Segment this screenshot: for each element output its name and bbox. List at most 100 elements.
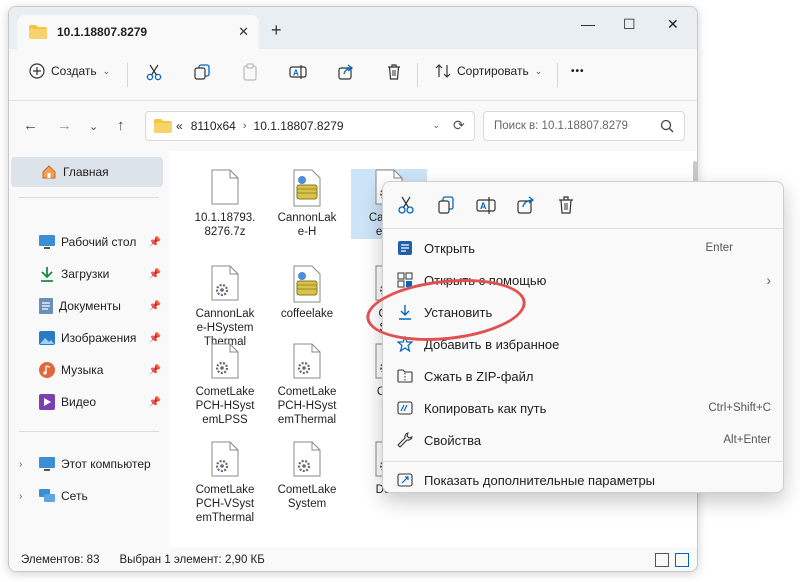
copy-icon[interactable] xyxy=(193,63,211,81)
sidebar-item-label: Документы xyxy=(59,299,121,313)
back-arrow-icon[interactable]: ← xyxy=(23,117,38,134)
cut-icon[interactable] xyxy=(395,194,417,216)
sidebar-item-downloads[interactable]: Загрузки 📌 xyxy=(11,259,163,289)
menu-divider xyxy=(383,228,783,229)
paste-icon[interactable] xyxy=(241,63,259,81)
sort-button[interactable]: Сортировать ⌄ xyxy=(435,63,542,79)
desktop-icon xyxy=(39,235,55,249)
search-placeholder: Поиск в: 10.1.18807.8279 xyxy=(494,120,628,132)
sidebar-item-label: Видео xyxy=(61,395,97,409)
sidebar-item-desktop[interactable]: Рабочий стол 📌 xyxy=(11,227,163,257)
sidebar-item-this-pc[interactable]: Этот компьютер xyxy=(11,449,163,479)
create-button[interactable]: Создать ⌄ xyxy=(29,63,110,79)
menu-item-more-options[interactable]: Показать дополнительные параметры xyxy=(383,464,783,496)
share-icon[interactable] xyxy=(515,194,537,216)
pin-icon: 📌 xyxy=(148,364,161,376)
close-window-button[interactable]: ✕ xyxy=(667,16,679,33)
delete-icon[interactable] xyxy=(555,194,577,216)
sidebar-item-video[interactable]: Видео 📌 xyxy=(11,387,163,417)
menu-item-label: Свойства xyxy=(424,432,482,448)
share-icon[interactable] xyxy=(337,63,355,81)
file-item[interactable]: CometLake PCH-HSyst emLPSS xyxy=(187,343,263,427)
menu-item-copy-path[interactable]: Копировать как путь Ctrl+Shift+C xyxy=(383,392,783,424)
menu-item-shortcut: Alt+Enter xyxy=(723,434,771,446)
svg-text:A: A xyxy=(293,69,299,78)
more-options-icon xyxy=(397,473,413,487)
pin-icon: 📌 xyxy=(148,236,161,248)
up-arrow-icon[interactable]: ↑ xyxy=(117,117,125,134)
sidebar-item-pictures[interactable]: Изображения 📌 xyxy=(11,323,163,353)
tiles-view-icon[interactable] xyxy=(675,553,689,567)
file-item[interactable]: CannonLak e-H xyxy=(269,169,345,239)
sidebar-home-label: Главная xyxy=(63,165,109,179)
menu-item-label: Сжать в ZIP-файл xyxy=(424,368,534,384)
file-name: CometLake PCH-HSyst emLPSS xyxy=(195,386,255,426)
file-item[interactable]: coffeelake xyxy=(269,265,345,321)
address-dropdown-icon[interactable]: ⌄ xyxy=(432,120,440,131)
copy-path-icon xyxy=(397,401,413,415)
breadcrumb-overflow[interactable]: « xyxy=(176,119,183,133)
sidebar-item-home[interactable]: Главная xyxy=(11,157,163,187)
menu-item-compress-zip[interactable]: Сжать в ZIP-файл xyxy=(383,360,783,392)
create-label: Создать xyxy=(51,64,97,78)
menu-item-properties[interactable]: Свойства Alt+Enter xyxy=(383,424,783,456)
file-name: CannonLak e-H xyxy=(277,212,337,238)
menu-item-shortcut: Ctrl+Shift+C xyxy=(708,402,771,414)
command-bar: Создать ⌄ A Сортировать ⌄ ••• xyxy=(9,49,697,101)
file-name: CometLake PCH-VSyst emThermal xyxy=(195,484,255,524)
tab-close-icon[interactable]: ✕ xyxy=(238,24,249,40)
address-bar[interactable]: « 8110x64 › 10.1.18807.8279 ⌄ xyxy=(145,111,475,141)
search-icon xyxy=(660,119,674,133)
file-item[interactable]: CometLake PCH-HSyst emThermal xyxy=(269,343,345,427)
breadcrumb-8110x64[interactable]: 8110x64 xyxy=(191,119,236,133)
file-item[interactable]: 10.1.18793. 8276.7z xyxy=(187,169,263,239)
refresh-icon[interactable]: ⟳ xyxy=(453,117,465,134)
video-icon xyxy=(39,394,55,410)
menu-item-shortcut: Enter xyxy=(705,242,734,254)
breadcrumb-separator-icon: › xyxy=(242,120,247,132)
delete-icon[interactable] xyxy=(385,63,403,81)
sidebar-item-network[interactable]: Сеть xyxy=(11,481,163,511)
maximize-button[interactable]: ☐ xyxy=(623,16,636,33)
rename-icon[interactable]: A xyxy=(475,194,497,216)
pictures-icon xyxy=(39,331,55,345)
sidebar-item-label: Рабочий стол xyxy=(61,235,137,249)
config-file-icon xyxy=(209,343,241,381)
forward-arrow-icon[interactable]: → xyxy=(57,117,72,134)
open-icon xyxy=(398,241,412,255)
tab-current-folder[interactable]: 10.1.18807.8279 ✕ xyxy=(17,15,259,49)
config-file-icon xyxy=(209,265,241,303)
tab-title: 10.1.18807.8279 xyxy=(57,25,148,39)
toolbar-divider xyxy=(557,63,558,87)
sidebar-item-label: Загрузки xyxy=(61,267,110,281)
rename-icon[interactable]: A xyxy=(289,63,307,81)
file-item[interactable]: CometLake PCH-VSyst emThermal xyxy=(187,441,263,525)
sidebar-item-label: Музыка xyxy=(61,363,104,377)
file-name: CometLake System xyxy=(277,484,337,510)
recent-chevron-icon[interactable]: ⌄ xyxy=(89,120,98,133)
details-view-icon[interactable] xyxy=(655,553,669,567)
file-item[interactable]: CannonLak e-HSystem Thermal xyxy=(187,265,263,349)
cut-icon[interactable] xyxy=(145,63,163,81)
title-bar: 10.1.18807.8279 ✕ + — ☐ ✕ xyxy=(9,7,697,49)
config-file-icon xyxy=(209,441,241,479)
new-tab-button[interactable]: + xyxy=(271,20,282,41)
file-item[interactable]: CometLake System xyxy=(269,441,345,511)
status-bar: Элементов: 83 Выбран 1 элемент: 2,90 КБ xyxy=(9,547,697,571)
pin-icon: 📌 xyxy=(148,268,161,280)
menu-item-open[interactable]: Открыть Enter xyxy=(383,232,783,264)
search-input[interactable]: Поиск в: 10.1.18807.8279 xyxy=(483,111,685,141)
home-icon xyxy=(42,165,56,179)
sidebar-item-music[interactable]: Музыка 📌 xyxy=(11,355,163,385)
toolbar-divider xyxy=(127,63,128,87)
copy-icon[interactable] xyxy=(435,194,457,216)
item-count: Элементов: 83 xyxy=(21,554,100,566)
more-options-button[interactable]: ••• xyxy=(571,66,585,77)
network-icon xyxy=(39,489,55,502)
sidebar-item-documents[interactable]: Документы 📌 xyxy=(11,291,163,321)
file-name: CometLake PCH-HSyst emThermal xyxy=(277,386,337,426)
breadcrumb-current-folder[interactable]: 10.1.18807.8279 xyxy=(254,119,344,133)
submenu-chevron-icon: › xyxy=(766,272,771,288)
zip-icon xyxy=(397,369,413,383)
minimize-button[interactable]: — xyxy=(581,16,595,32)
